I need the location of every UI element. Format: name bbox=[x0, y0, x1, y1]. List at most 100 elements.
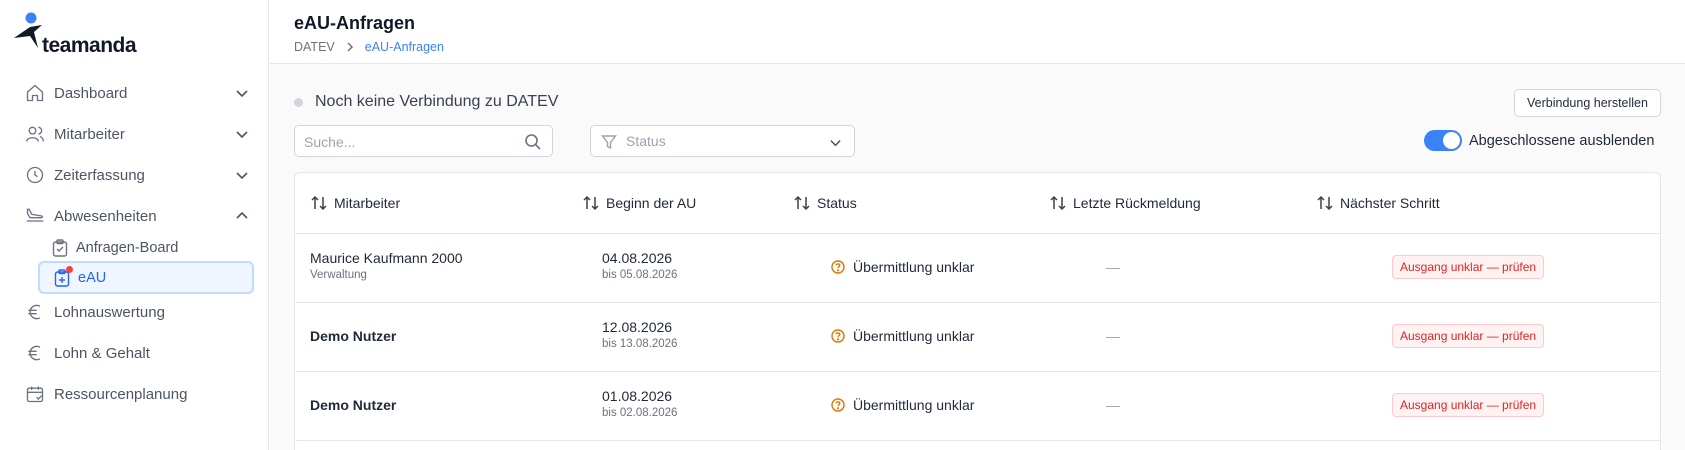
calendar-icon bbox=[24, 383, 46, 405]
sidebar-subitem-label: Anfragen-Board bbox=[76, 239, 179, 256]
cell-next-step: Ausgang unklar — prüfen bbox=[1392, 324, 1545, 348]
status-text: Übermittlung unklar bbox=[853, 259, 975, 275]
cell-last-response: — bbox=[1106, 328, 1120, 344]
next-step-badge[interactable]: Ausgang unklar — prüfen bbox=[1392, 255, 1545, 279]
au-start-date: 12.08.2026 bbox=[602, 319, 673, 335]
status-filter-select[interactable]: Status bbox=[590, 125, 855, 157]
column-header-status[interactable]: Status bbox=[793, 194, 857, 212]
chevron-down-icon bbox=[236, 172, 248, 180]
filter-icon bbox=[601, 135, 617, 150]
sidebar-item-lohnauswertung[interactable]: Lohnauswertung bbox=[24, 297, 249, 327]
employee-department: Verwaltung bbox=[310, 269, 367, 281]
hide-completed-toggle[interactable]: Abgeschlossene ausblenden bbox=[1424, 130, 1654, 151]
next-step-badge[interactable]: Ausgang unklar — prüfen bbox=[1392, 393, 1545, 417]
sidebar-item-label: Lohnauswertung bbox=[54, 303, 165, 321]
sidebar-item-lohn-gehalt[interactable]: Lohn & Gehalt bbox=[24, 338, 249, 368]
sort-icon bbox=[1317, 195, 1333, 211]
sidebar-item-abwesenheiten[interactable]: Abwesenheiten bbox=[24, 201, 249, 231]
home-icon bbox=[24, 82, 46, 104]
cell-employee: Demo Nutzer bbox=[310, 328, 396, 344]
column-header-label: Nächster Schritt bbox=[1340, 195, 1440, 211]
column-header-label: Letzte Rückmeldung bbox=[1073, 195, 1201, 211]
cell-next-step: Ausgang unklar — prüfen bbox=[1392, 255, 1545, 279]
table-row[interactable]: Demo Nutzer 12.08.2026 bis 13.08.2026 Üb… bbox=[295, 303, 1660, 372]
eau-table: Mitarbeiter Beginn der AU Status Letzte … bbox=[294, 172, 1661, 450]
connect-button[interactable]: Verbindung herstellen bbox=[1514, 89, 1661, 117]
sidebar-item-zeiterfassung[interactable]: Zeiterfassung bbox=[24, 160, 249, 190]
cell-status: Übermittlung unklar bbox=[831, 328, 974, 344]
next-step-badge[interactable]: Ausgang unklar — prüfen bbox=[1392, 324, 1545, 348]
column-header-label: Status bbox=[817, 195, 857, 211]
status-text: Übermittlung unklar bbox=[853, 328, 975, 344]
column-header-naechster-schritt[interactable]: Nächster Schritt bbox=[1316, 194, 1440, 212]
page-header: eAU-Anfragen DATEV eAU-Anfragen bbox=[270, 0, 1685, 64]
sort-icon bbox=[583, 195, 599, 211]
chevron-up-icon bbox=[236, 211, 248, 219]
cell-next-step: Ausgang unklar — prüfen bbox=[1392, 393, 1545, 417]
sidebar-item-mitarbeiter[interactable]: Mitarbeiter bbox=[24, 119, 249, 149]
column-header-beginn[interactable]: Beginn der AU bbox=[582, 194, 696, 212]
sidebar-item-label: Zeiterfassung bbox=[54, 166, 145, 184]
table-header: Mitarbeiter Beginn der AU Status Letzte … bbox=[295, 173, 1660, 234]
chevron-down-icon bbox=[830, 140, 841, 147]
column-header-letzte-rueckmeldung[interactable]: Letzte Rückmeldung bbox=[1049, 194, 1201, 212]
cell-last-response: — bbox=[1106, 397, 1120, 413]
toggle-label: Abgeschlossene ausblenden bbox=[1469, 132, 1655, 149]
breadcrumb-current: eAU-Anfragen bbox=[364, 40, 444, 54]
logo-text: teamanda bbox=[42, 34, 137, 57]
search-field bbox=[294, 125, 553, 157]
breadcrumb: DATEV eAU-Anfragen bbox=[294, 40, 444, 54]
toggle-knob bbox=[1443, 132, 1460, 149]
breadcrumb-root-link[interactable]: DATEV bbox=[294, 40, 335, 54]
chevron-down-icon bbox=[236, 90, 248, 98]
cell-status: Übermittlung unklar bbox=[831, 397, 974, 413]
search-icon[interactable] bbox=[524, 133, 542, 151]
sidebar-subitem-label: eAU bbox=[78, 269, 107, 286]
euro-icon bbox=[24, 342, 46, 364]
toggle-switch[interactable] bbox=[1424, 130, 1462, 151]
question-circle-icon bbox=[831, 398, 845, 412]
notification-dot bbox=[66, 265, 73, 273]
employee-name: Maurice Kaufmann 2000 bbox=[310, 250, 463, 266]
sidebar-subitem-eau[interactable]: eAU bbox=[38, 261, 254, 294]
column-header-label: Mitarbeiter bbox=[334, 195, 401, 211]
sidebar-item-label: Mitarbeiter bbox=[54, 125, 125, 143]
euro-icon bbox=[24, 301, 46, 323]
sidebar-item-dashboard[interactable]: Dashboard bbox=[24, 78, 249, 108]
employee-name: Demo Nutzer bbox=[310, 397, 397, 413]
search-input[interactable] bbox=[304, 132, 524, 152]
cell-employee: Maurice Kaufmann 2000 Verwaltung bbox=[310, 250, 463, 281]
sidebar-item-label: Abwesenheiten bbox=[54, 207, 157, 225]
main-content: eAU-Anfragen DATEV eAU-Anfragen Noch kei… bbox=[270, 0, 1685, 450]
table-row[interactable]: Demo Nutzer 01.08.2026 bis 02.08.2026 Üb… bbox=[295, 372, 1660, 441]
au-end-date: bis 05.08.2026 bbox=[602, 269, 678, 281]
chevron-down-icon bbox=[236, 131, 248, 139]
cell-start: 01.08.2026 bis 02.08.2026 bbox=[602, 388, 677, 419]
sidebar-subitem-anfragen-board[interactable]: Anfragen-Board bbox=[38, 231, 254, 264]
sidebar-item-label: Lohn & Gehalt bbox=[54, 344, 150, 362]
question-circle-icon bbox=[831, 329, 845, 343]
question-circle-icon bbox=[831, 260, 845, 274]
sort-icon bbox=[1050, 195, 1066, 211]
cell-employee: Demo Nutzer bbox=[310, 397, 396, 413]
sidebar: teamanda Dashboard Mitarbeiter Zeiterfas… bbox=[0, 0, 269, 450]
status-filter-placeholder: Status bbox=[626, 133, 666, 149]
column-header-label: Beginn der AU bbox=[606, 195, 697, 211]
connection-status-dot bbox=[294, 97, 303, 107]
employee-name: Demo Nutzer bbox=[310, 328, 397, 344]
sidebar-item-ressourcenplanung[interactable]: Ressourcenplanung bbox=[24, 379, 249, 409]
clipboard-icon bbox=[52, 238, 68, 257]
cell-start: 04.08.2026 bis 05.08.2026 bbox=[602, 250, 677, 281]
medical-clipboard-icon bbox=[54, 265, 73, 287]
sidebar-item-label: Dashboard bbox=[54, 84, 128, 102]
connection-status-text: Noch keine Verbindung zu DATEV bbox=[315, 93, 559, 110]
column-header-mitarbeiter[interactable]: Mitarbeiter bbox=[310, 194, 400, 212]
au-start-date: 01.08.2026 bbox=[602, 388, 673, 404]
cell-start: 12.08.2026 bis 13.08.2026 bbox=[602, 319, 677, 350]
au-start-date: 04.08.2026 bbox=[602, 250, 673, 266]
cell-last-response: — bbox=[1106, 259, 1120, 275]
chevron-right-icon bbox=[347, 42, 353, 52]
table-row[interactable]: Maurice Kaufmann 2000 Verwaltung 04.08.2… bbox=[295, 234, 1660, 303]
teamanda-logo[interactable]: teamanda bbox=[12, 12, 142, 57]
status-text: Übermittlung unklar bbox=[853, 397, 975, 413]
